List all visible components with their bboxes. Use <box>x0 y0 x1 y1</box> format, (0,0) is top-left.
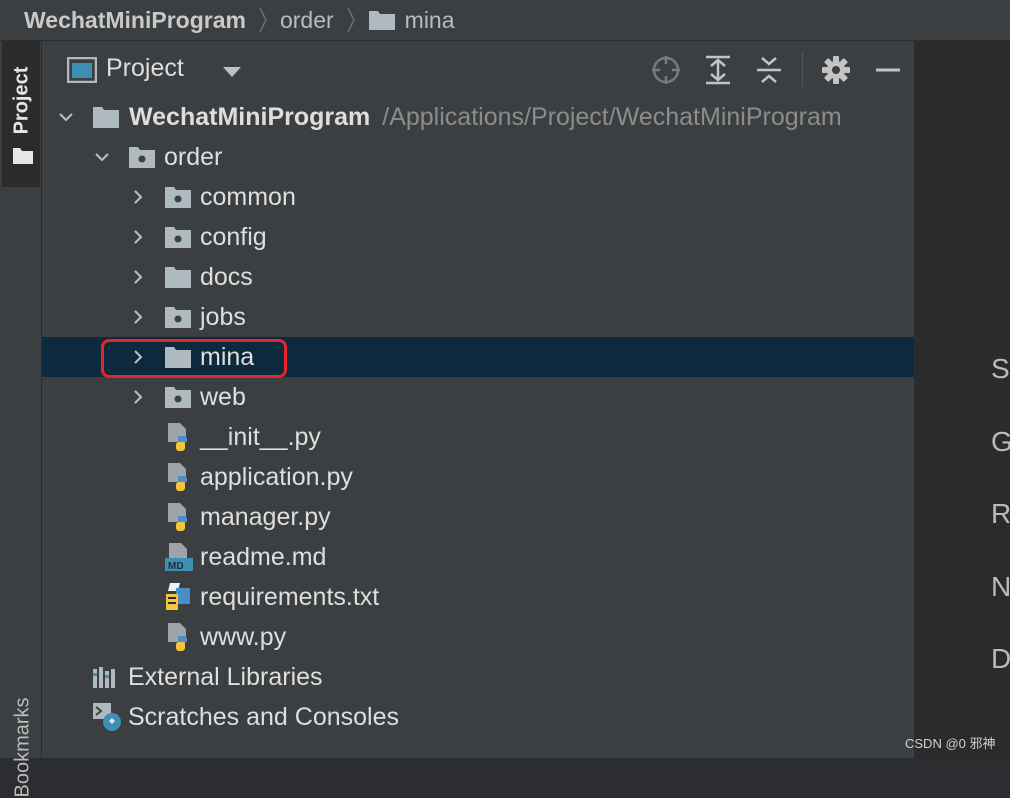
tree-row-root[interactable]: WechatMiniProgram/Applications/Project/W… <box>42 97 914 137</box>
tree-row-manager-py[interactable]: manager.py <box>42 497 914 537</box>
chevron-right-icon[interactable] <box>130 269 146 285</box>
tree-row-common[interactable]: common <box>42 177 914 217</box>
bookmarks-tool-window-button[interactable]: Bookmarks <box>12 688 35 797</box>
scratches-icon <box>93 703 121 731</box>
chevron-right-icon[interactable] <box>130 309 146 325</box>
python-file-icon <box>168 423 187 451</box>
tree-row-application-py[interactable]: application.py <box>42 457 914 497</box>
library-icon <box>93 667 115 688</box>
tree-row-requirements-txt[interactable]: requirements.txt <box>42 577 914 617</box>
project-view-icon <box>67 57 97 83</box>
tree-row-scratches[interactable]: Scratches and Consoles <box>42 697 914 737</box>
tree-label-application-py: application.py <box>200 462 353 491</box>
python-file-icon <box>168 503 187 531</box>
editor-hint-4: N <box>991 571 1010 602</box>
tree-label-external-libraries: External Libraries <box>128 662 323 691</box>
tree-label-web: web <box>200 382 246 411</box>
tree-row-order[interactable]: order <box>42 137 914 177</box>
tree-label-readme-md: readme.md <box>200 542 327 571</box>
project-stripe-label: Project <box>10 66 33 135</box>
tree-row-web[interactable]: web <box>42 377 914 417</box>
folder-icon <box>93 107 119 128</box>
tool-window-stripe: Project Bookmarks <box>0 41 42 798</box>
tree-row-readme-md[interactable]: MD readme.md <box>42 537 914 577</box>
tree-label-www-py: www.py <box>200 622 287 651</box>
breadcrumb-mina[interactable]: mina <box>405 7 455 34</box>
annotation-highlight-box <box>101 339 287 378</box>
folder-icon <box>368 11 395 30</box>
navigation-bar: WechatMiniProgram order mina <box>0 0 1010 41</box>
toolbar-divider <box>802 51 803 87</box>
folder-icon <box>13 148 33 164</box>
editor-hint-2: G <box>991 426 1010 457</box>
tree-label-config: config <box>200 222 267 251</box>
project-tool-window-button[interactable]: Project <box>2 41 40 187</box>
tree-row-external-libraries[interactable]: External Libraries <box>42 657 914 697</box>
package-folder-icon <box>165 227 191 248</box>
tree-label-init-py: __init__.py <box>200 422 321 451</box>
package-folder-icon <box>129 147 155 168</box>
breadcrumb-separator-icon <box>346 7 355 33</box>
tree-label-common: common <box>200 182 296 211</box>
tree-row-www-py[interactable]: www.py <box>42 617 914 657</box>
tree-row-init-py[interactable]: __init__.py <box>42 417 914 457</box>
gear-icon[interactable] <box>820 54 852 86</box>
package-folder-icon <box>165 187 191 208</box>
breadcrumb-order[interactable]: order <box>280 7 334 34</box>
package-folder-icon <box>165 387 191 408</box>
root-project-path: /Applications/Project/WechatMiniProgram <box>382 102 842 131</box>
chevron-down-icon[interactable] <box>222 66 242 78</box>
folder-icon <box>165 267 191 288</box>
chevron-right-icon[interactable] <box>130 189 146 205</box>
package-folder-icon <box>165 307 191 328</box>
markdown-file-icon: MD <box>165 543 193 572</box>
locate-icon[interactable] <box>650 54 682 86</box>
editor-area: S G R N D <box>915 41 1010 758</box>
collapse-all-icon[interactable] <box>753 54 785 86</box>
python-file-icon <box>168 463 187 491</box>
panel-title[interactable]: Project <box>106 54 184 83</box>
tree-label-scratches: Scratches and Consoles <box>128 702 399 731</box>
tree-row-config[interactable]: config <box>42 217 914 257</box>
tree-label-docs: docs <box>200 262 253 291</box>
chevron-right-icon[interactable] <box>130 229 146 245</box>
chevron-down-icon[interactable] <box>94 149 110 165</box>
watermark: CSDN @0 邪神 <box>905 736 996 751</box>
tree-label-jobs: jobs <box>200 302 246 331</box>
requirements-file-icon <box>166 583 190 610</box>
chevron-right-icon[interactable] <box>130 389 146 405</box>
project-panel: Project WechatMiniProgram /Applications/… <box>42 41 914 758</box>
tree-row-jobs[interactable]: jobs <box>42 297 914 337</box>
panel-header: Project <box>42 41 914 97</box>
tree-label-manager-py: manager.py <box>200 502 331 531</box>
expand-all-icon[interactable] <box>702 54 734 86</box>
svg-text:MD: MD <box>168 561 184 572</box>
tree-label-requirements-txt: requirements.txt <box>200 582 380 611</box>
editor-hint-3: R <box>991 498 1010 529</box>
editor-hint-5: D <box>991 643 1010 674</box>
root-project-label: WechatMiniProgram <box>129 102 371 131</box>
editor-hint-1: S <box>991 353 1010 384</box>
python-file-icon <box>168 623 187 651</box>
breadcrumb-project[interactable]: WechatMiniProgram <box>24 7 246 34</box>
breadcrumb-separator-icon <box>259 7 267 33</box>
tree-label-order: order <box>164 142 223 171</box>
minimize-icon[interactable] <box>872 54 904 86</box>
project-tree: WechatMiniProgram/Applications/Project/W… <box>42 97 914 737</box>
tree-row-docs[interactable]: docs <box>42 257 914 297</box>
chevron-down-icon[interactable] <box>58 109 74 125</box>
